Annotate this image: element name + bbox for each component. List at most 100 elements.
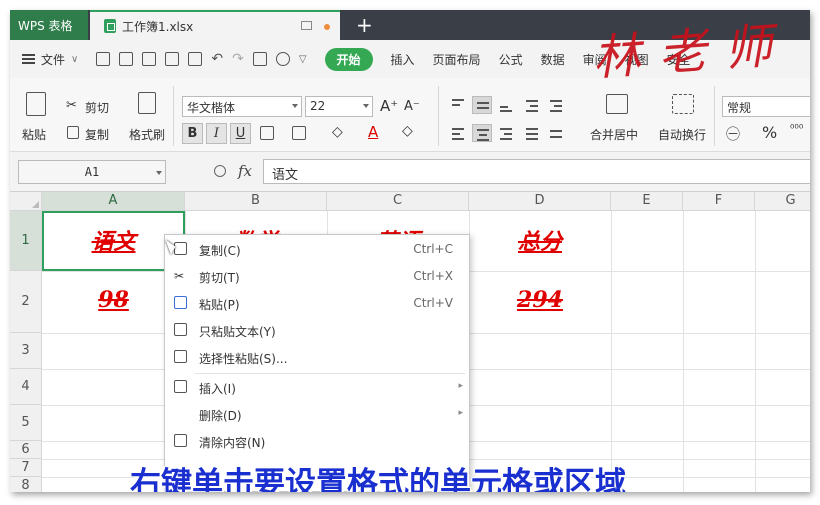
align-bottom-icon[interactable] [496, 96, 516, 114]
more-icon[interactable]: ▽ [299, 54, 307, 65]
row-header-1[interactable]: 1 [10, 211, 42, 271]
context-menu-delete[interactable]: 删除(D) ▸ [165, 401, 471, 428]
ribbon-separator [173, 86, 174, 146]
row-header-5[interactable]: 5 [10, 405, 42, 441]
row-header-6[interactable]: 6 [10, 441, 42, 459]
currency-icon[interactable]: ㊀ [726, 124, 740, 144]
cell-d1[interactable]: 总分 [469, 224, 611, 256]
format-painter-button[interactable]: 格式刷 [129, 126, 165, 143]
font-color-icon[interactable]: A [368, 123, 378, 141]
video-subtitle: 右键单击要设置格式的单元格或区域 [130, 466, 626, 492]
formula-value: 语文 [272, 168, 299, 183]
column-header-e[interactable]: E [611, 192, 683, 211]
fill-color-icon[interactable]: ◇ [332, 124, 343, 140]
column-header-g[interactable]: G [755, 192, 810, 211]
context-menu-paste[interactable]: 粘贴(P) Ctrl+V [165, 290, 471, 317]
paste-button[interactable]: 粘贴 [22, 126, 46, 143]
select-all-corner[interactable] [10, 192, 42, 211]
tab-document-label: 工作簿1.xlsx [122, 19, 194, 34]
copy-button[interactable]: 复制 [85, 126, 109, 143]
name-box[interactable]: A1 [18, 160, 166, 184]
tab-insert[interactable]: 插入 [391, 51, 415, 68]
file-menu-label: 文件 [41, 52, 66, 67]
align-top-icon[interactable] [448, 96, 468, 114]
context-menu-label: 删除(D) [199, 409, 242, 423]
fill-pattern-icon[interactable] [292, 126, 306, 140]
chevron-down-icon [363, 104, 369, 108]
shrink-font-button[interactable]: A⁻ [404, 99, 420, 114]
column-header-b[interactable]: B [185, 192, 327, 211]
format-painter-icon[interactable] [138, 92, 156, 114]
align-right-icon[interactable] [496, 124, 516, 142]
redo-icon[interactable]: ↷ [232, 51, 244, 67]
align-center-icon[interactable] [472, 124, 492, 142]
eraser-icon[interactable]: ◇ [402, 123, 413, 139]
save-icon[interactable] [142, 52, 157, 66]
row-header-7[interactable]: 7 [10, 459, 42, 477]
border-icon[interactable] [260, 126, 274, 140]
wps-window: WPS 表格 工作簿1.xlsx + 文件 ∨ ↶ ↷ ▽ 开始 插入 页面布局… [10, 10, 810, 492]
column-header-a[interactable]: A [42, 192, 185, 211]
tab-start[interactable]: 开始 [324, 47, 373, 71]
auto-wrap-button[interactable]: 自动换行 [658, 126, 706, 143]
formula-input[interactable]: 语文 [263, 159, 810, 184]
tab-data[interactable]: 数据 [541, 51, 565, 68]
paste-icon[interactable] [26, 92, 46, 116]
monitor-icon[interactable] [301, 21, 312, 30]
context-menu-clear-contents[interactable]: 清除内容(N) [165, 428, 471, 455]
distribute-icon[interactable] [546, 124, 566, 142]
chevron-right-icon: ▸ [458, 381, 463, 391]
print-preview-icon[interactable] [188, 52, 203, 66]
font-name-value: 华文楷体 [187, 101, 236, 115]
tab-wps-app[interactable]: WPS 表格 [10, 10, 88, 40]
hamburger-icon [22, 54, 35, 64]
context-menu-paste-special[interactable]: 选择性粘贴(S)... [165, 344, 471, 371]
cut-button[interactable]: 剪切 [85, 99, 109, 116]
undo-icon[interactable]: ↶ [211, 51, 223, 67]
font-name-select[interactable]: 华文楷体 [182, 96, 302, 117]
file-menu-button[interactable]: 文件 ∨ [22, 51, 78, 68]
grow-font-button[interactable]: A⁺ [380, 97, 398, 115]
align-left-icon[interactable] [448, 124, 468, 142]
chevron-down-icon [292, 104, 298, 108]
font-size-value: 22 [310, 99, 326, 113]
grid-line [611, 211, 612, 492]
new-tab-button[interactable]: + [356, 13, 373, 37]
unsaved-dot-icon [324, 24, 330, 30]
tab-page-layout[interactable]: 页面布局 [433, 51, 481, 68]
tab-formula[interactable]: 公式 [499, 51, 523, 68]
row-header-4[interactable]: 4 [10, 369, 42, 405]
new-file-icon[interactable] [96, 52, 111, 66]
font-size-select[interactable]: 22 [305, 96, 373, 117]
context-menu-paste-text-only[interactable]: 只粘贴文本(Y) [165, 317, 471, 344]
find-icon[interactable] [275, 52, 290, 66]
decrease-indent-icon[interactable] [522, 96, 542, 114]
underline-button[interactable]: U [230, 123, 251, 144]
context-menu-cut[interactable]: ✂ 剪切(T) Ctrl+X [165, 263, 471, 290]
number-format-select[interactable]: 常规 [722, 96, 810, 117]
context-menu-insert[interactable]: 插入(I) ▸ [165, 374, 471, 401]
align-middle-icon[interactable] [472, 96, 492, 114]
print-icon[interactable] [165, 52, 180, 66]
row-header-8[interactable]: 8 [10, 477, 42, 492]
italic-button[interactable]: I [206, 123, 227, 144]
merge-center-button[interactable]: 合并居中 [590, 126, 638, 143]
thousands-separator-icon[interactable]: ⁰⁰⁰ [790, 122, 803, 135]
paste-special-icon [174, 350, 187, 363]
column-header-d[interactable]: D [469, 192, 611, 211]
row-header-3[interactable]: 3 [10, 333, 42, 369]
export-pdf-icon[interactable] [252, 52, 267, 66]
zoom-lookup-icon[interactable] [214, 165, 226, 177]
bold-button[interactable]: B [182, 123, 203, 144]
cell-d2[interactable]: 294 [469, 287, 611, 313]
insert-function-button[interactable]: fx [238, 162, 252, 180]
row-header-2[interactable]: 2 [10, 271, 42, 333]
increase-indent-icon[interactable] [546, 96, 566, 114]
justify-icon[interactable] [522, 124, 542, 142]
open-folder-icon[interactable] [119, 52, 134, 66]
context-menu-copy[interactable]: 复制(C) Ctrl+C [165, 236, 471, 263]
percent-button[interactable]: % [762, 123, 777, 142]
column-header-f[interactable]: F [683, 192, 755, 211]
tab-document[interactable]: 工作簿1.xlsx [90, 10, 340, 40]
column-header-c[interactable]: C [327, 192, 469, 211]
